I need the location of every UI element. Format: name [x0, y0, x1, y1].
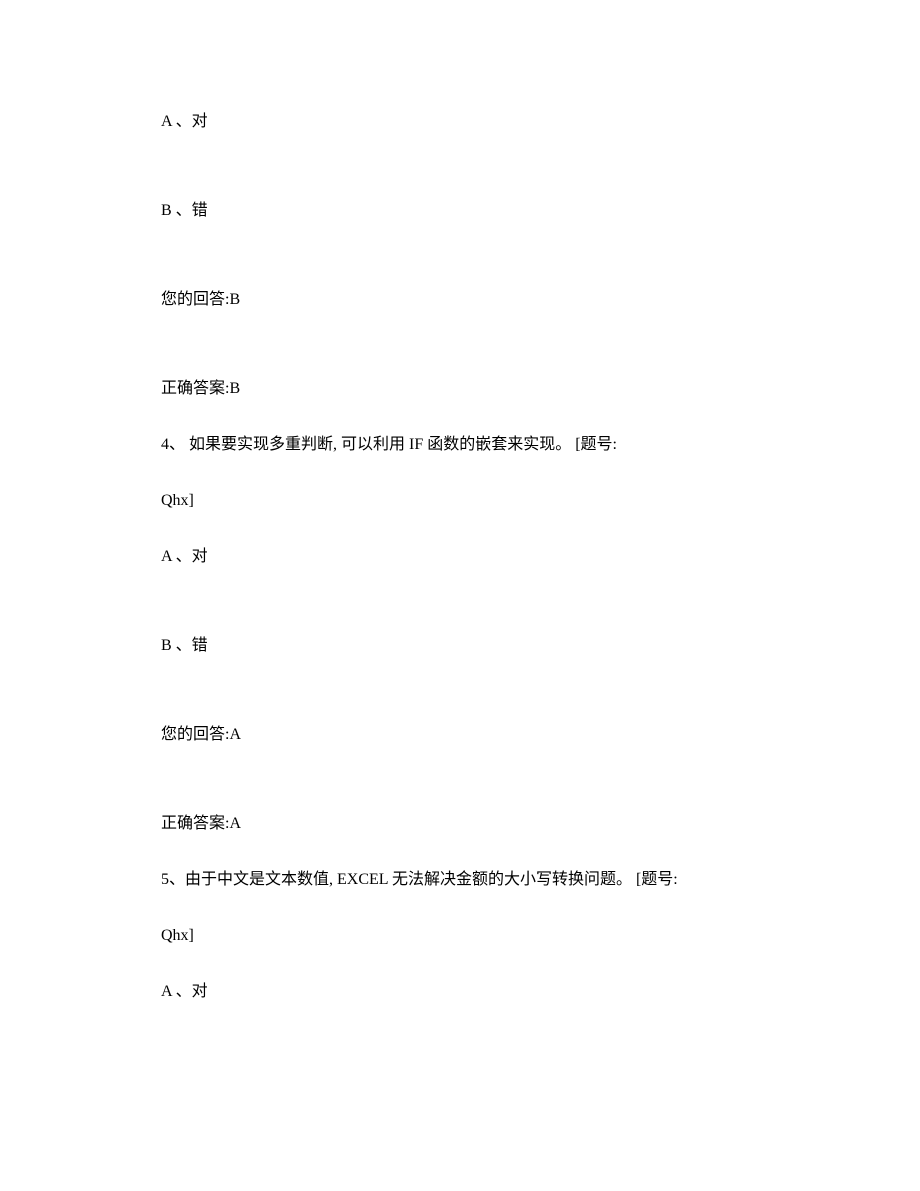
- your-answer: 您的回答:B: [161, 288, 781, 312]
- correct-answer: 正确答案:B: [161, 377, 781, 401]
- document-content: A 、对 B 、错 您的回答:B 正确答案:B 4、 如果要实现多重判断, 可以…: [161, 110, 781, 1069]
- question-5-line1: 5、由于中文是文本数值, EXCEL 无法解决金额的大小写转换问题。 [题号:: [161, 868, 781, 892]
- question-5-line2: Qhx]: [161, 924, 781, 948]
- option-text: B 、错: [161, 637, 208, 654]
- answer-text: 正确答案:A: [161, 815, 241, 832]
- question-id: Qhx]: [161, 927, 194, 944]
- question-text: 5、由于中文是文本数值, EXCEL 无法解决金额的大小写转换问题。 [题号:: [161, 871, 678, 888]
- option-text: A 、对: [161, 113, 208, 130]
- option-b: B 、错: [161, 634, 781, 658]
- answer-text: 正确答案:B: [161, 380, 240, 397]
- correct-answer: 正确答案:A: [161, 812, 781, 836]
- question-id: Qhx]: [161, 492, 194, 509]
- question-4-line2: Qhx]: [161, 489, 781, 513]
- answer-text: 您的回答:B: [161, 291, 240, 308]
- option-b: B 、错: [161, 199, 781, 223]
- question-text: 4、 如果要实现多重判断, 可以利用 IF 函数的嵌套来实现。 [题号:: [161, 436, 617, 453]
- option-text: A 、对: [161, 548, 208, 565]
- option-a: A 、对: [161, 980, 781, 1004]
- question-4-line1: 4、 如果要实现多重判断, 可以利用 IF 函数的嵌套来实现。 [题号:: [161, 433, 781, 457]
- option-text: A 、对: [161, 983, 208, 1000]
- your-answer: 您的回答:A: [161, 723, 781, 747]
- option-a: A 、对: [161, 545, 781, 569]
- answer-text: 您的回答:A: [161, 726, 241, 743]
- option-a: A 、对: [161, 110, 781, 134]
- option-text: B 、错: [161, 202, 208, 219]
